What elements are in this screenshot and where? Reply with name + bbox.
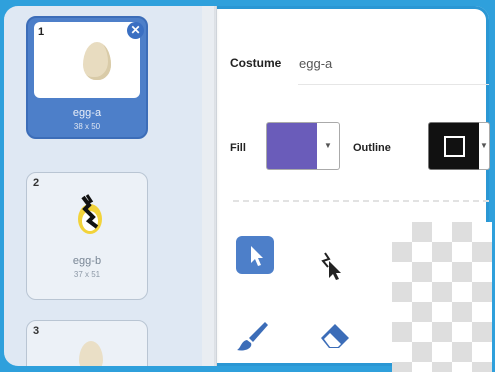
- fill-label: Fill: [230, 142, 246, 154]
- fill-dropdown-arrow[interactable]: ▼: [317, 122, 340, 170]
- costume-tile-1[interactable]: 1 ✕ egg-a 38 x 50: [26, 16, 148, 139]
- delete-costume-icon[interactable]: ✕: [127, 22, 144, 39]
- costume-list-panel: 1 ✕ egg-a 38 x 50 2 egg-b 37 x 51 3: [4, 6, 203, 366]
- costume-name: egg-b: [72, 255, 102, 267]
- reshape-tool-button[interactable]: [311, 245, 349, 283]
- drawing-canvas[interactable]: [392, 222, 492, 372]
- brush-icon: [237, 322, 268, 351]
- costume-name: egg-a: [72, 107, 102, 119]
- costume-tile-3[interactable]: 3: [26, 320, 148, 366]
- outline-label: Outline: [353, 142, 391, 154]
- brush-tool-button[interactable]: [233, 316, 271, 354]
- eraser-tool-button[interactable]: [315, 318, 353, 356]
- cracked-egg-icon: [73, 191, 107, 237]
- costume-number: 2: [33, 177, 40, 189]
- reshape-icon: [321, 252, 341, 280]
- outline-color-swatch[interactable]: [428, 122, 480, 170]
- costume-size: 38 x 50: [73, 122, 101, 131]
- costume-thumbnail: [34, 22, 140, 98]
- costume-size: 37 x 51: [73, 270, 101, 279]
- costume-number: 3: [33, 325, 40, 337]
- fill-color-swatch[interactable]: [266, 122, 318, 170]
- costume-label: Costume: [230, 56, 282, 70]
- egg-icon: [83, 42, 111, 80]
- costume-tile-2[interactable]: 2 egg-b 37 x 51: [26, 172, 148, 300]
- select-tool-button[interactable]: [236, 236, 274, 274]
- costume-number: 1: [38, 26, 45, 38]
- arrow-select-icon: [251, 246, 263, 266]
- eraser-icon: [321, 324, 349, 348]
- toolbar-divider: [233, 200, 489, 202]
- divider-shadow: [214, 6, 220, 366]
- outline-dropdown-arrow[interactable]: ▼: [479, 122, 490, 170]
- outline-preview-icon: [444, 136, 465, 157]
- egg-icon: [79, 341, 103, 366]
- costume-name-input[interactable]: egg-a: [299, 56, 332, 71]
